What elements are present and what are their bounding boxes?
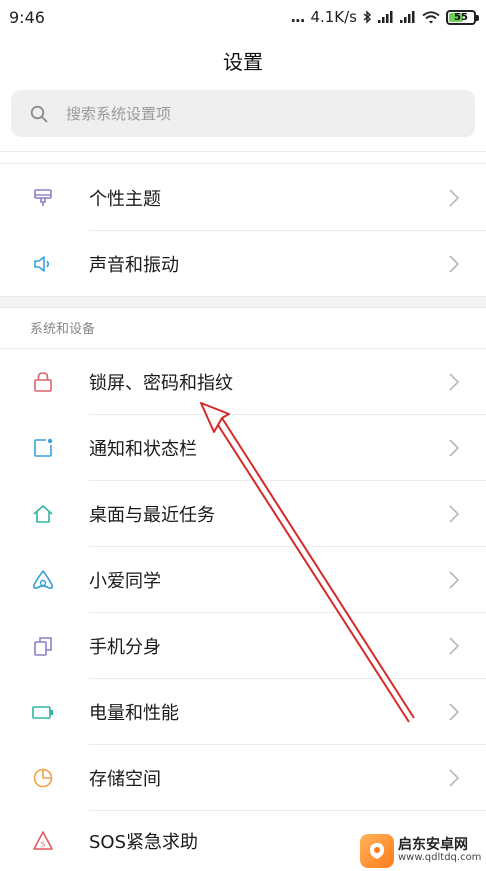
settings-row-label: 小爱同学	[89, 570, 161, 592]
settings-row-label: SOS紧急求助	[89, 831, 199, 853]
svg-text:S: S	[41, 840, 46, 848]
signal-icon	[378, 11, 393, 23]
settings-row-label: 通知和状态栏	[89, 438, 197, 460]
settings-row-label: 电量和性能	[89, 702, 179, 724]
search-input[interactable]: 搜索系统设置项	[11, 90, 475, 137]
settings-row-xiaoai[interactable]: 小爱同学	[0, 547, 486, 612]
settings-row-notifications[interactable]: 通知和状态栏	[0, 415, 486, 480]
sos-icon: S	[30, 828, 56, 854]
more-dots-icon: ...	[290, 8, 305, 26]
settings-row-theme[interactable]: 个性主题	[0, 165, 486, 230]
divider	[0, 296, 486, 297]
chevron-right-icon	[449, 702, 460, 721]
theme-brush-icon	[30, 185, 56, 211]
settings-row-label: 个性主题	[89, 188, 161, 210]
settings-row-battery[interactable]: 电量和性能	[0, 679, 486, 744]
status-time: 9:46	[9, 7, 45, 27]
settings-row-storage[interactable]: 存储空间	[0, 745, 486, 810]
dual-copy-icon	[30, 633, 56, 659]
search-icon	[30, 105, 48, 122]
status-indicators: ... 4.1K/s 55	[290, 8, 479, 26]
settings-row-label: 存储空间	[89, 768, 161, 790]
settings-row-lockscreen[interactable]: 锁屏、密码和指纹	[0, 349, 486, 414]
page-title: 设置	[223, 50, 263, 74]
search-placeholder: 搜索系统设置项	[66, 105, 172, 123]
home-icon	[30, 501, 56, 527]
chevron-right-icon	[449, 636, 460, 655]
chevron-right-icon	[449, 372, 460, 391]
settings-row-label: 声音和振动	[89, 254, 179, 276]
battery-level: 55	[454, 11, 468, 23]
chevron-right-icon	[449, 254, 460, 273]
settings-row-sound[interactable]: 声音和振动	[0, 231, 486, 296]
section-header: 系统和设备	[30, 322, 96, 337]
wifi-icon	[422, 10, 440, 23]
notification-icon	[30, 435, 56, 461]
network-speed: 4.1K/s	[310, 8, 357, 26]
settings-row-label: 桌面与最近任务	[89, 504, 215, 526]
chevron-right-icon	[449, 438, 460, 457]
speaker-icon	[30, 251, 56, 277]
settings-row-label: 锁屏、密码和指纹	[89, 372, 233, 394]
chevron-right-icon	[449, 768, 460, 787]
chevron-right-icon	[449, 504, 460, 523]
divider	[0, 307, 486, 308]
battery-icon	[30, 699, 56, 725]
bluetooth-icon	[363, 10, 372, 24]
settings-row-desktop[interactable]: 桌面与最近任务	[0, 481, 486, 546]
settings-row-label: 手机分身	[89, 636, 161, 658]
divider	[0, 163, 486, 164]
watermark-logo-icon	[360, 833, 394, 868]
chevron-right-icon	[449, 188, 460, 207]
status-bar: 9:46 ... 4.1K/s 55	[0, 0, 486, 34]
watermark-title: 启东安卓网	[398, 836, 468, 853]
signal-icon	[400, 11, 415, 23]
lock-icon	[30, 369, 56, 395]
xiaoai-assistant-icon	[30, 567, 56, 593]
settings-row-second-space[interactable]: 手机分身	[0, 613, 486, 678]
watermark-url: www.qdltdq.com	[398, 851, 482, 863]
storage-pie-icon	[30, 765, 56, 791]
chevron-right-icon	[449, 570, 460, 589]
watermark: 启东安卓网 www.qdltdq.com	[360, 830, 486, 871]
divider	[0, 151, 486, 152]
battery-icon: 55	[446, 9, 479, 25]
